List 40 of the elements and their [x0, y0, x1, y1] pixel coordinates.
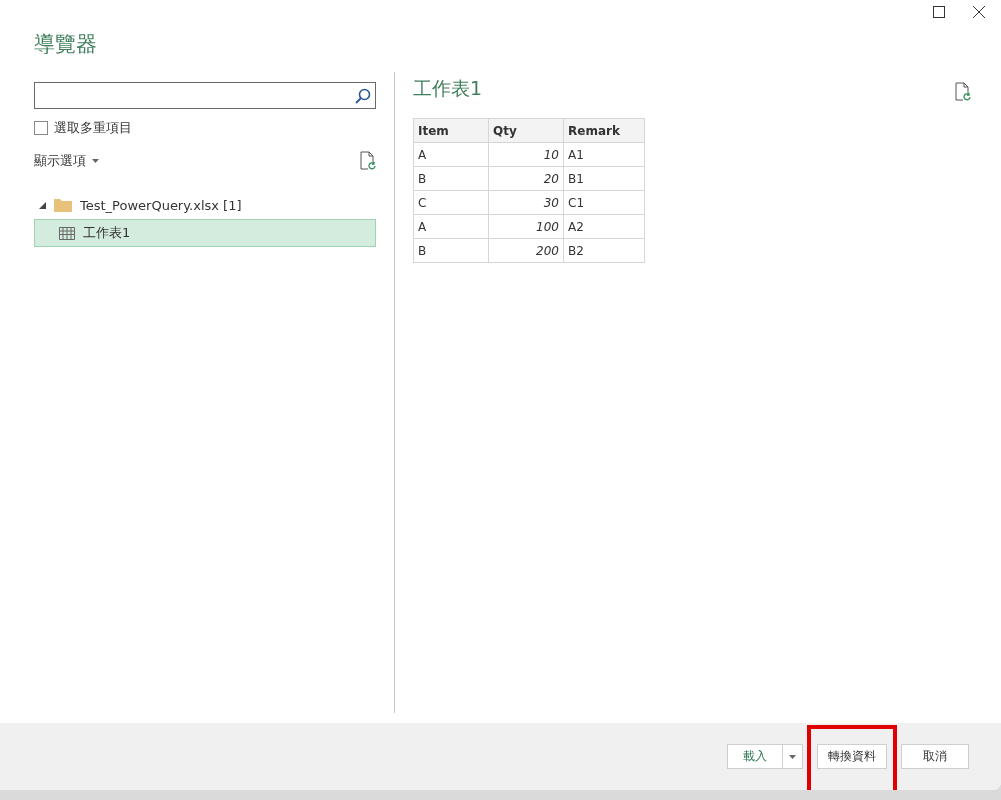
table-cell: 30: [488, 190, 564, 215]
column-header: Remark: [563, 118, 645, 143]
table-cell: A2: [563, 214, 645, 239]
dropdown-button[interactable]: [783, 744, 803, 769]
checkbox[interactable]: [34, 121, 48, 135]
caret-icon: [92, 159, 99, 163]
refresh-document-icon[interactable]: [955, 82, 971, 102]
preview-title: 工作表1: [413, 76, 483, 101]
table-cell: B: [413, 238, 489, 263]
column-header: Item: [413, 118, 489, 143]
table-cell: C: [413, 190, 489, 215]
table-cell: A: [413, 142, 489, 167]
table-cell: A1: [563, 142, 645, 167]
tree-item[interactable]: Test_PowerQuery.xlsx [1]: [34, 191, 376, 219]
column-header: Qty: [488, 118, 564, 143]
refresh-document-icon[interactable]: [360, 151, 376, 171]
table-cell: 100: [488, 214, 564, 239]
dialog-button[interactable]: 取消: [901, 744, 969, 769]
table-cell: B1: [563, 166, 645, 191]
expand-arrow-icon[interactable]: [39, 201, 46, 209]
table-icon: [59, 226, 75, 240]
folder-icon: [54, 198, 72, 212]
window-title: 導覽器: [33, 31, 98, 58]
checkbox-label: 選取多重項目: [54, 119, 132, 137]
display-options-dropdown[interactable]: 顯示選項: [34, 152, 99, 170]
caret-icon: [789, 754, 796, 759]
table-cell: B2: [563, 238, 645, 263]
table-cell: B: [413, 166, 489, 191]
search-icon[interactable]: [355, 87, 371, 104]
tree-item[interactable]: 工作表1: [34, 219, 376, 247]
table-cell: A: [413, 214, 489, 239]
table-cell: 200: [488, 238, 564, 263]
dialog-button[interactable]: 轉換資料: [817, 744, 887, 769]
maximize-icon[interactable]: [933, 6, 945, 18]
table-cell: C1: [563, 190, 645, 215]
load-button[interactable]: 載入: [727, 744, 783, 769]
close-icon[interactable]: [973, 6, 985, 18]
table-cell: 10: [488, 142, 564, 167]
table-cell: 20: [488, 166, 564, 191]
search-field[interactable]: [34, 82, 376, 109]
